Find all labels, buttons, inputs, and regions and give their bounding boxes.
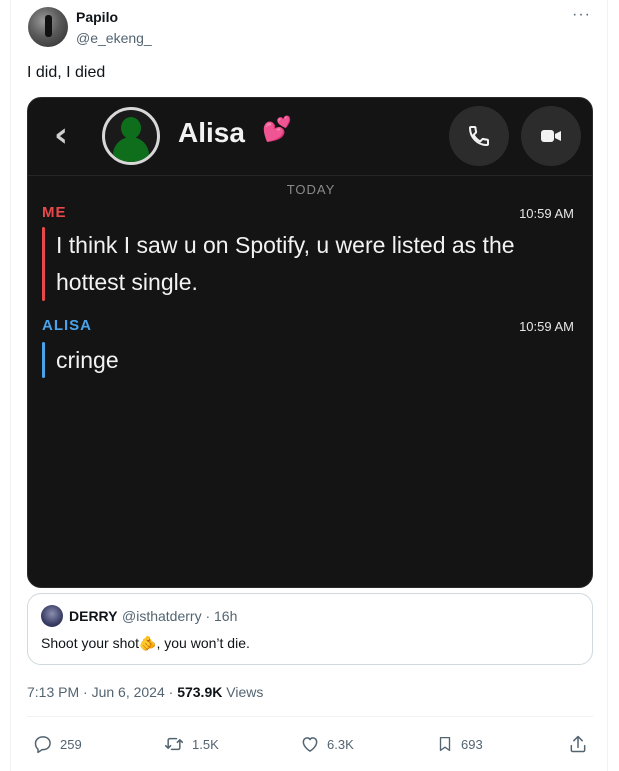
- like-button[interactable]: 6.3K: [300, 733, 354, 755]
- phone-call-icon: [449, 106, 509, 166]
- tweet-text: I did, I died: [27, 64, 106, 81]
- video-call-icon: [521, 106, 581, 166]
- message-sender-me: ME: [42, 204, 67, 221]
- message-text: cringe: [56, 347, 119, 373]
- heart-emoji: 💕: [262, 116, 292, 143]
- author-handle[interactable]: @e_ekeng_: [76, 30, 152, 46]
- message-time: 10:59 AM: [519, 319, 574, 334]
- bookmark-count: 693: [461, 736, 483, 752]
- message-bar-alisa: [42, 342, 45, 378]
- message-bar-me: [42, 227, 45, 301]
- message-time: 10:59 AM: [519, 206, 574, 221]
- repost-icon: [164, 737, 184, 751]
- more-options-icon[interactable]: ···: [572, 6, 591, 24]
- contact-avatar: [102, 107, 160, 165]
- tweet-timestamp[interactable]: 7:13 PM · Jun 6, 2024 ·: [27, 684, 177, 700]
- tweet-meta: 7:13 PM · Jun 6, 2024 · 573.9K Views: [27, 684, 263, 700]
- quoted-author-name: DERRY: [69, 608, 118, 624]
- views-label: Views: [222, 684, 264, 700]
- reply-button[interactable]: 259: [33, 733, 82, 755]
- quoted-author-avatar: [41, 605, 63, 627]
- reply-count: 259: [60, 736, 82, 752]
- share-button[interactable]: [568, 733, 595, 755]
- like-count: 6.3K: [327, 736, 354, 752]
- author-avatar[interactable]: [28, 7, 68, 47]
- share-icon: [570, 735, 586, 753]
- quoted-tweet-text: Shoot your shot🫵, you won’t die.: [41, 635, 250, 651]
- heart-icon: [302, 737, 318, 752]
- chat-screenshot[interactable]: ‹ Alisa 💕 TODAY ME 10:59 AM I think I sa…: [27, 97, 593, 588]
- reply-icon: [34, 736, 51, 754]
- back-chevron-icon: ‹: [54, 115, 69, 155]
- contact-name: Alisa: [178, 117, 245, 148]
- header-divider: [28, 175, 592, 176]
- repost-button[interactable]: 1.5K: [163, 733, 219, 755]
- bookmark-button[interactable]: 693: [436, 733, 483, 755]
- actions-divider: [27, 716, 593, 717]
- bookmark-icon: [439, 736, 451, 752]
- message-sender-alisa: ALISA: [42, 317, 92, 334]
- views-count: 573.9K: [177, 684, 223, 700]
- message-text: I think I saw u on Spotify, u were liste…: [56, 232, 515, 295]
- quoted-author-handle: @isthatderry · 16h: [122, 608, 238, 624]
- repost-count: 1.5K: [192, 736, 219, 752]
- date-divider: TODAY: [286, 182, 336, 197]
- quoted-tweet[interactable]: DERRY @isthatderry · 16h Shoot your shot…: [27, 593, 593, 665]
- author-name[interactable]: Papilo: [76, 9, 118, 25]
